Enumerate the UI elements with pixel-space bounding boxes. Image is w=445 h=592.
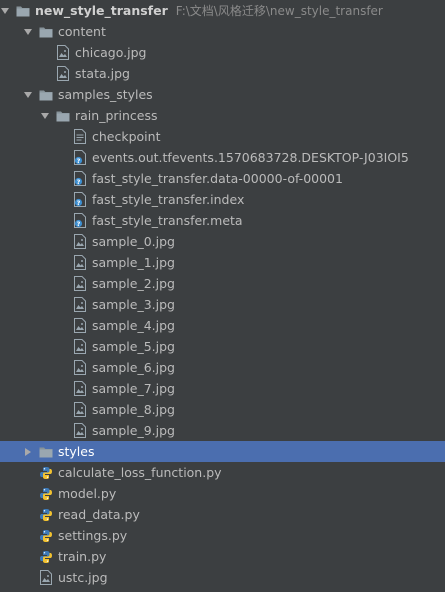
tree-item-label: styles xyxy=(58,444,95,459)
python-file-icon xyxy=(39,528,53,544)
tree-item-label: fast_style_transfer.index xyxy=(92,192,245,207)
tree-item-label: fast_style_transfer.data-00000-of-00001 xyxy=(92,171,343,186)
tree-item-label: sample_0.jpg xyxy=(92,234,175,249)
python-file-icon xyxy=(39,507,53,523)
tree-item-label: sample_3.jpg xyxy=(92,297,175,312)
tree-item-label: ustc.jpg xyxy=(58,570,108,585)
image-file-icon xyxy=(73,381,87,397)
tree-item-label: model.py xyxy=(58,486,117,501)
svg-text:?: ? xyxy=(77,178,81,186)
text-file-icon xyxy=(73,129,87,145)
image-file-icon xyxy=(56,66,70,82)
tree-item-project-root[interactable]: new_style_transfer F:\文档\风格迁移\new_style_… xyxy=(0,0,445,21)
tree-item-label: sample_1.jpg xyxy=(92,255,175,270)
tree-item-fast-style-transfer-index[interactable]: ? fast_style_transfer.index xyxy=(0,189,445,210)
folder-icon xyxy=(39,87,53,103)
tree-item-label: sample_6.jpg xyxy=(92,360,175,375)
tree-item-label: chicago.jpg xyxy=(75,45,147,60)
python-file-icon xyxy=(39,549,53,565)
folder-icon xyxy=(39,444,53,460)
tree-item-rain-princess[interactable]: rain_princess xyxy=(0,105,445,126)
tree-item-label: sample_8.jpg xyxy=(92,402,175,417)
expand-arrow-icon[interactable] xyxy=(40,105,50,126)
tree-item-label: sample_2.jpg xyxy=(92,276,175,291)
tree-item-sample-5-jpg[interactable]: sample_5.jpg xyxy=(0,336,445,357)
tree-item-sample-0-jpg[interactable]: sample_0.jpg xyxy=(0,231,445,252)
project-tree: new_style_transfer F:\文档\风格迁移\new_style_… xyxy=(0,0,445,592)
tree-item-label: samples_styles xyxy=(58,87,153,102)
unknown-file-icon: ? xyxy=(73,150,87,166)
image-file-icon xyxy=(73,360,87,376)
image-file-icon xyxy=(73,402,87,418)
tree-item-fast-style-transfer-data-00000-of-00001[interactable]: ? fast_style_transfer.data-00000-of-00001 xyxy=(0,168,445,189)
image-file-icon xyxy=(73,297,87,313)
tree-item-label: settings.py xyxy=(58,528,128,543)
tree-item-label: sample_5.jpg xyxy=(92,339,175,354)
expand-arrow-icon[interactable] xyxy=(0,0,10,21)
python-file-icon xyxy=(39,465,53,481)
folder-icon xyxy=(16,3,30,19)
tree-item-sample-8-jpg[interactable]: sample_8.jpg xyxy=(0,399,445,420)
project-name: new_style_transfer xyxy=(35,3,168,18)
tree-item-label: sample_9.jpg xyxy=(92,423,175,438)
image-file-icon xyxy=(73,423,87,439)
tree-item-sample-9-jpg[interactable]: sample_9.jpg xyxy=(0,420,445,441)
tree-item-sample-2-jpg[interactable]: sample_2.jpg xyxy=(0,273,445,294)
svg-text:?: ? xyxy=(77,199,81,207)
tree-item-ustc-jpg[interactable]: ustc.jpg xyxy=(0,567,445,588)
tree-item-label: train.py xyxy=(58,549,107,564)
tree-item-chicago-jpg[interactable]: chicago.jpg xyxy=(0,42,445,63)
tree-item-sample-4-jpg[interactable]: sample_4.jpg xyxy=(0,315,445,336)
image-file-icon xyxy=(73,339,87,355)
project-path: F:\文档\风格迁移\new_style_transfer xyxy=(175,4,383,18)
collapsed-arrow-icon[interactable] xyxy=(23,441,33,462)
tree-item-sample-6-jpg[interactable]: sample_6.jpg xyxy=(0,357,445,378)
image-file-icon xyxy=(73,234,87,250)
image-file-icon xyxy=(56,45,70,61)
tree-item-sample-3-jpg[interactable]: sample_3.jpg xyxy=(0,294,445,315)
svg-text:?: ? xyxy=(77,157,81,165)
python-file-icon xyxy=(39,486,53,502)
tree-item-train-py[interactable]: train.py xyxy=(0,546,445,567)
tree-item-label: checkpoint xyxy=(92,129,161,144)
folder-icon xyxy=(56,108,70,124)
svg-text:?: ? xyxy=(77,220,81,228)
tree-item-label: content xyxy=(58,24,106,39)
tree-item-label: rain_princess xyxy=(75,108,158,123)
tree-item-content[interactable]: content xyxy=(0,21,445,42)
tree-item-label: fast_style_transfer.meta xyxy=(92,213,243,228)
unknown-file-icon: ? xyxy=(73,213,87,229)
tree-item-fast-style-transfer-meta[interactable]: ? fast_style_transfer.meta xyxy=(0,210,445,231)
tree-item-styles[interactable]: styles xyxy=(0,441,445,462)
image-file-icon xyxy=(73,255,87,271)
tree-item-checkpoint[interactable]: checkpoint xyxy=(0,126,445,147)
tree-item-stata-jpg[interactable]: stata.jpg xyxy=(0,63,445,84)
unknown-file-icon: ? xyxy=(73,192,87,208)
tree-item-model-py[interactable]: model.py xyxy=(0,483,445,504)
tree-item-sample-7-jpg[interactable]: sample_7.jpg xyxy=(0,378,445,399)
tree-item-label: sample_4.jpg xyxy=(92,318,175,333)
tree-item-calculate-loss-function-py[interactable]: calculate_loss_function.py xyxy=(0,462,445,483)
tree-item-events-out-tfevents-1570683728-desktop-j03ioi5[interactable]: ? events.out.tfevents.1570683728.DESKTOP-… xyxy=(0,147,445,168)
tree-item-label: events.out.tfevents.1570683728.DESKTOP-J… xyxy=(92,150,409,165)
tree-item-label: stata.jpg xyxy=(75,66,130,81)
tree-item-label: calculate_loss_function.py xyxy=(58,465,222,480)
image-file-icon xyxy=(73,318,87,334)
tree-item-samples-styles[interactable]: samples_styles xyxy=(0,84,445,105)
folder-icon xyxy=(39,24,53,40)
tree-item-sample-1-jpg[interactable]: sample_1.jpg xyxy=(0,252,445,273)
expand-arrow-icon[interactable] xyxy=(23,21,33,42)
image-file-icon xyxy=(73,276,87,292)
tree-item-label: sample_7.jpg xyxy=(92,381,175,396)
image-file-icon xyxy=(39,570,53,586)
unknown-file-icon: ? xyxy=(73,171,87,187)
tree-item-label: read_data.py xyxy=(58,507,140,522)
tree-item-read-data-py[interactable]: read_data.py xyxy=(0,504,445,525)
expand-arrow-icon[interactable] xyxy=(23,84,33,105)
tree-item-settings-py[interactable]: settings.py xyxy=(0,525,445,546)
